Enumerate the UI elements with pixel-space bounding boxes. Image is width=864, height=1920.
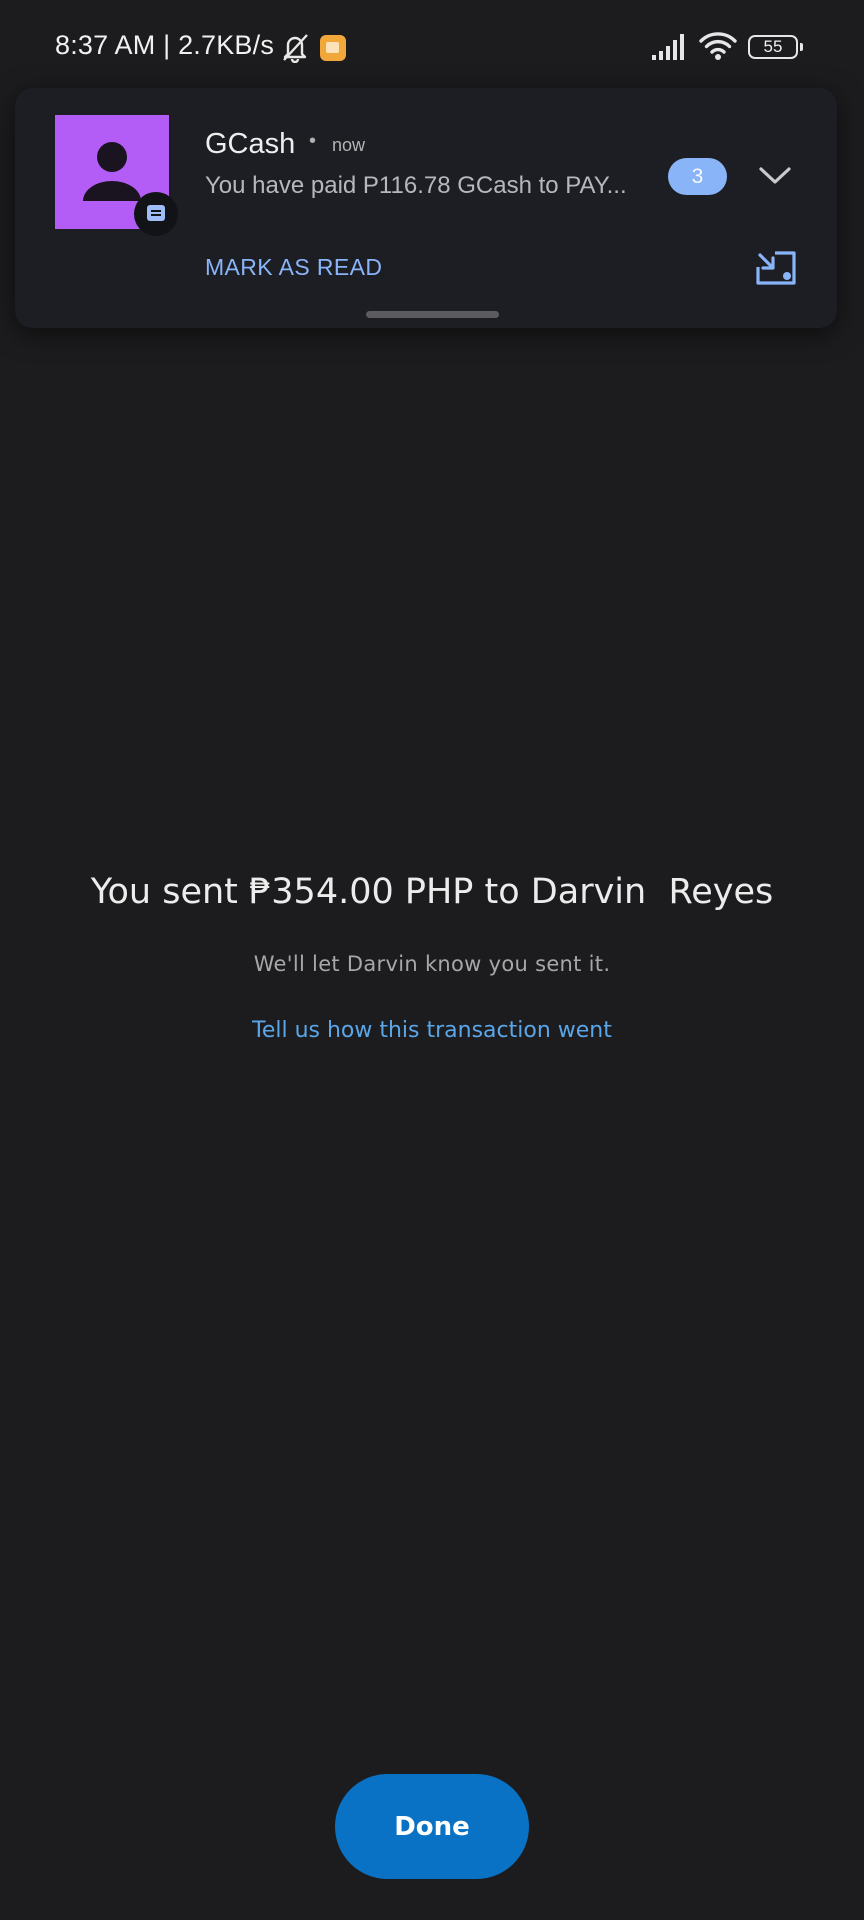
wifi-icon xyxy=(699,32,737,60)
done-button[interactable]: Done xyxy=(335,1774,529,1879)
picture-in-picture-icon[interactable] xyxy=(755,250,797,286)
signal-icon xyxy=(652,34,684,60)
status-time-speed: 8:37 AM | 2.7KB/s xyxy=(55,30,275,60)
notification-time: now xyxy=(332,135,366,155)
notes-app-icon xyxy=(320,35,346,61)
notification-drag-handle[interactable] xyxy=(366,311,499,318)
feedback-link[interactable]: Tell us how this transaction went xyxy=(0,1018,864,1043)
transaction-subtitle: We'll let Darvin know you sent it. xyxy=(253,952,611,976)
transaction-title: You sent ₱354.00 PHP to Darvin Reyes xyxy=(90,872,774,912)
status-bar: 8:37 AM | 2.7KB/s 55 xyxy=(0,0,864,96)
battery-level: 55 xyxy=(763,37,783,56)
battery-icon: 55 xyxy=(748,35,803,59)
notification-separator: • xyxy=(309,130,317,152)
mark-as-read-button[interactable]: MARK AS READ xyxy=(205,254,382,281)
gcash-notification[interactable]: GCash • now You have paid P116.78 GCash … xyxy=(15,88,837,328)
notification-body: You have paid P116.78 GCash to PAY... xyxy=(205,172,627,199)
message-badge-icon xyxy=(134,192,178,236)
notification-app-name: GCash xyxy=(205,128,296,160)
notification-count-badge: 3 xyxy=(668,158,727,195)
chevron-down-icon[interactable] xyxy=(757,164,793,188)
bell-off-icon xyxy=(283,34,308,63)
